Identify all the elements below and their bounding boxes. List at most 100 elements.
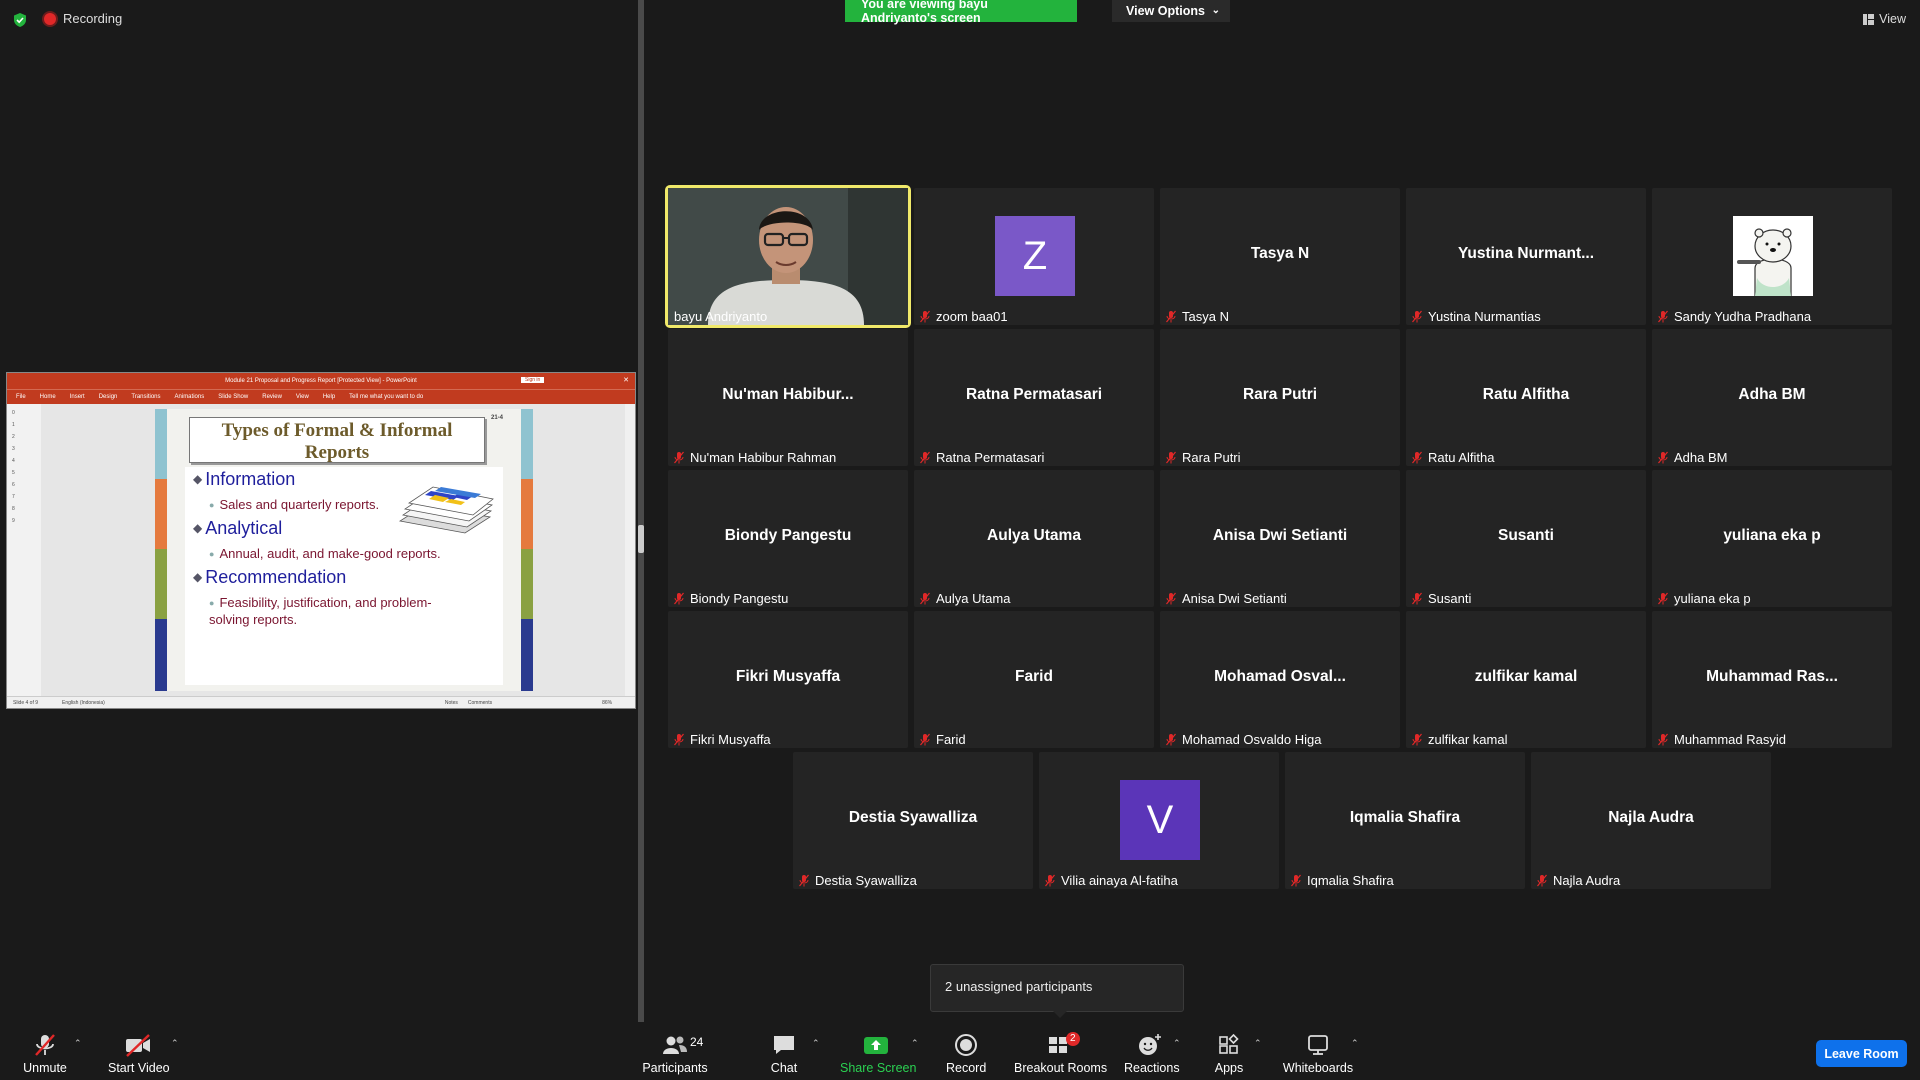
- participant-tile[interactable]: bayu Andriyanto: [665, 185, 911, 328]
- thumbnail-number[interactable]: 2: [12, 434, 15, 440]
- participant-name: Aulya Utama: [936, 591, 1011, 606]
- participant-tile[interactable]: Ratna Permatasari Ratna Permatasari: [914, 329, 1154, 466]
- participant-tile[interactable]: Zzoom baa01: [914, 188, 1154, 325]
- tell-me-search[interactable]: Tell me what you want to do: [349, 394, 423, 400]
- apps-button[interactable]: Apps: [1209, 1032, 1249, 1075]
- ribbon-tab[interactable]: View: [296, 394, 309, 400]
- thumbnail-number[interactable]: 3: [12, 446, 15, 452]
- vertical-scrollbar[interactable]: [625, 404, 635, 696]
- recording-indicator[interactable]: Recording: [44, 11, 122, 26]
- whiteboards-button[interactable]: Whiteboards: [1282, 1032, 1354, 1075]
- participant-tile[interactable]: Ratu Alfitha Ratu Alfitha: [1406, 329, 1646, 466]
- participant-name-label: Sandy Yudha Pradhana: [1658, 309, 1811, 324]
- breakout-rooms-label: Breakout Rooms: [1014, 1061, 1108, 1075]
- participant-tile[interactable]: zulfikar kamal zulfikar kamal: [1406, 611, 1646, 748]
- participant-name: Anisa Dwi Setianti: [1182, 591, 1287, 606]
- participant-tile[interactable]: Najla Audra Najla Audra: [1531, 752, 1771, 889]
- leave-room-button[interactable]: Leave Room: [1816, 1040, 1907, 1067]
- ribbon-tab[interactable]: File: [16, 394, 26, 400]
- participant-name: Adha BM: [1674, 450, 1728, 465]
- thumbnail-number[interactable]: 7: [12, 494, 15, 500]
- participant-tile[interactable]: Nu'man Habibur... Nu'man Habibur Rahman: [668, 329, 908, 466]
- divider-drag-handle[interactable]: [638, 525, 644, 553]
- apps-options-caret[interactable]: ⌃: [1254, 1038, 1262, 1049]
- participant-tile[interactable]: Rara Putri Rara Putri: [1160, 329, 1400, 466]
- mic-muted-icon: [1291, 874, 1301, 887]
- diamond-bullet-icon: ◆: [193, 521, 203, 535]
- ribbon-tab[interactable]: Animations: [175, 394, 205, 400]
- participants-label: Participants: [642, 1061, 708, 1075]
- slide-color-bar: [155, 479, 167, 549]
- mic-muted-icon: [1658, 451, 1668, 464]
- participant-name-label: zoom baa01: [920, 309, 1008, 324]
- mic-muted-icon: [1166, 592, 1176, 605]
- participant-tile[interactable]: Fikri Musyaffa Fikri Musyaffa: [668, 611, 908, 748]
- share-options-caret[interactable]: ⌃: [911, 1038, 919, 1049]
- comments-button[interactable]: Comments: [468, 700, 492, 706]
- participant-tile[interactable]: Iqmalia Shafira Iqmalia Shafira: [1285, 752, 1525, 889]
- heading-text: Recommendation: [205, 567, 347, 587]
- participant-tile[interactable]: Destia Syawalliza Destia Syawalliza: [793, 752, 1033, 889]
- reactions-options-caret[interactable]: ⌃: [1173, 1038, 1181, 1049]
- ribbon-tab[interactable]: Transitions: [131, 394, 160, 400]
- mic-muted-icon: [1412, 592, 1422, 605]
- panel-divider[interactable]: [638, 0, 644, 1030]
- participant-tile[interactable]: Aulya Utama Aulya Utama: [914, 470, 1154, 607]
- participant-tile[interactable]: Muhammad Ras... Muhammad Rasyid: [1652, 611, 1892, 748]
- chat-button[interactable]: Chat: [764, 1032, 804, 1075]
- mic-muted-icon: [674, 592, 684, 605]
- shield-icon[interactable]: [12, 12, 28, 28]
- thumbnail-number[interactable]: 5: [12, 470, 15, 476]
- share-screen-button[interactable]: Share Screen: [840, 1032, 916, 1075]
- ribbon-tab[interactable]: Help: [323, 394, 335, 400]
- close-icon[interactable]: ✕: [623, 376, 629, 384]
- chat-options-caret[interactable]: ⌃: [812, 1038, 820, 1049]
- participant-tile[interactable]: Anisa Dwi Setianti Anisa Dwi Setianti: [1160, 470, 1400, 607]
- participant-tile[interactable]: Adha BM Adha BM: [1652, 329, 1892, 466]
- reactions-button[interactable]: Reactions: [1124, 1032, 1180, 1075]
- ribbon-tab[interactable]: Design: [99, 394, 118, 400]
- slide-item: ● Feasibility, justification, and problem…: [209, 595, 449, 627]
- participant-tile[interactable]: V Vilia ainaya Al-fatiha: [1039, 752, 1279, 889]
- thumbnail-number[interactable]: 0: [12, 410, 15, 416]
- ribbon-tab[interactable]: Slide Show: [218, 394, 248, 400]
- participant-tile[interactable]: Tasya N Tasya N: [1160, 188, 1400, 325]
- ribbon-tab[interactable]: Insert: [70, 394, 85, 400]
- powerpoint-ribbon: File Home Insert Design Transitions Animation…: [7, 389, 635, 404]
- unassigned-participants-tooltip[interactable]: 2 unassigned participants: [930, 964, 1184, 1012]
- audio-options-caret[interactable]: ⌃: [74, 1038, 82, 1049]
- start-video-button[interactable]: Start Video: [108, 1032, 170, 1075]
- ribbon-tab[interactable]: Review: [262, 394, 282, 400]
- sign-in-button[interactable]: Sign in: [521, 377, 545, 383]
- mic-muted-icon: [35, 1034, 55, 1056]
- thumbnail-number[interactable]: 4: [12, 458, 15, 464]
- slide-thumbnails[interactable]: 0 1 2 3 4 5 6 7 8 9: [7, 404, 42, 696]
- participant-tile[interactable]: Mohamad Osval... Mohamad Osvaldo Higa: [1160, 611, 1400, 748]
- view-options-button[interactable]: View Options ⌄: [1112, 0, 1230, 22]
- shared-screen[interactable]: Module 21 Proposal and Progress Report […: [6, 372, 636, 709]
- breakout-rooms-button[interactable]: 2 Breakout Rooms: [1014, 1032, 1108, 1075]
- record-button[interactable]: Record: [946, 1032, 986, 1075]
- participant-tile[interactable]: Yustina Nurmant... Yustina Nurmantias: [1406, 188, 1646, 325]
- ribbon-tab[interactable]: Home: [40, 394, 56, 400]
- mic-muted-icon: [1658, 592, 1668, 605]
- thumbnail-number[interactable]: 9: [12, 518, 15, 524]
- participant-tile[interactable]: Susanti Susanti: [1406, 470, 1646, 607]
- notes-button[interactable]: Notes: [445, 700, 458, 706]
- video-options-caret[interactable]: ⌃: [171, 1038, 179, 1049]
- participant-tile[interactable]: Sandy Yudha Pradhana: [1652, 188, 1892, 325]
- participant-display-name: Destia Syawalliza: [848, 809, 978, 826]
- participant-tile[interactable]: Farid Farid: [914, 611, 1154, 748]
- participant-display-name: Aulya Utama: [987, 527, 1081, 544]
- participant-tile[interactable]: yuliana eka p yuliana eka p: [1652, 470, 1892, 607]
- participant-tile[interactable]: Biondy Pangestu Biondy Pangestu: [668, 470, 908, 607]
- thumbnail-number[interactable]: 1: [12, 422, 15, 428]
- bullet-icon: ●: [209, 598, 215, 608]
- view-button[interactable]: View: [1863, 12, 1906, 26]
- thumbnail-number[interactable]: 6: [12, 482, 15, 488]
- unmute-button[interactable]: Unmute: [20, 1032, 70, 1075]
- whiteboards-options-caret[interactable]: ⌃: [1351, 1038, 1359, 1049]
- record-label: Record: [946, 1061, 987, 1075]
- thumbnail-number[interactable]: 8: [12, 506, 15, 512]
- participant-name: Iqmalia Shafira: [1307, 873, 1394, 888]
